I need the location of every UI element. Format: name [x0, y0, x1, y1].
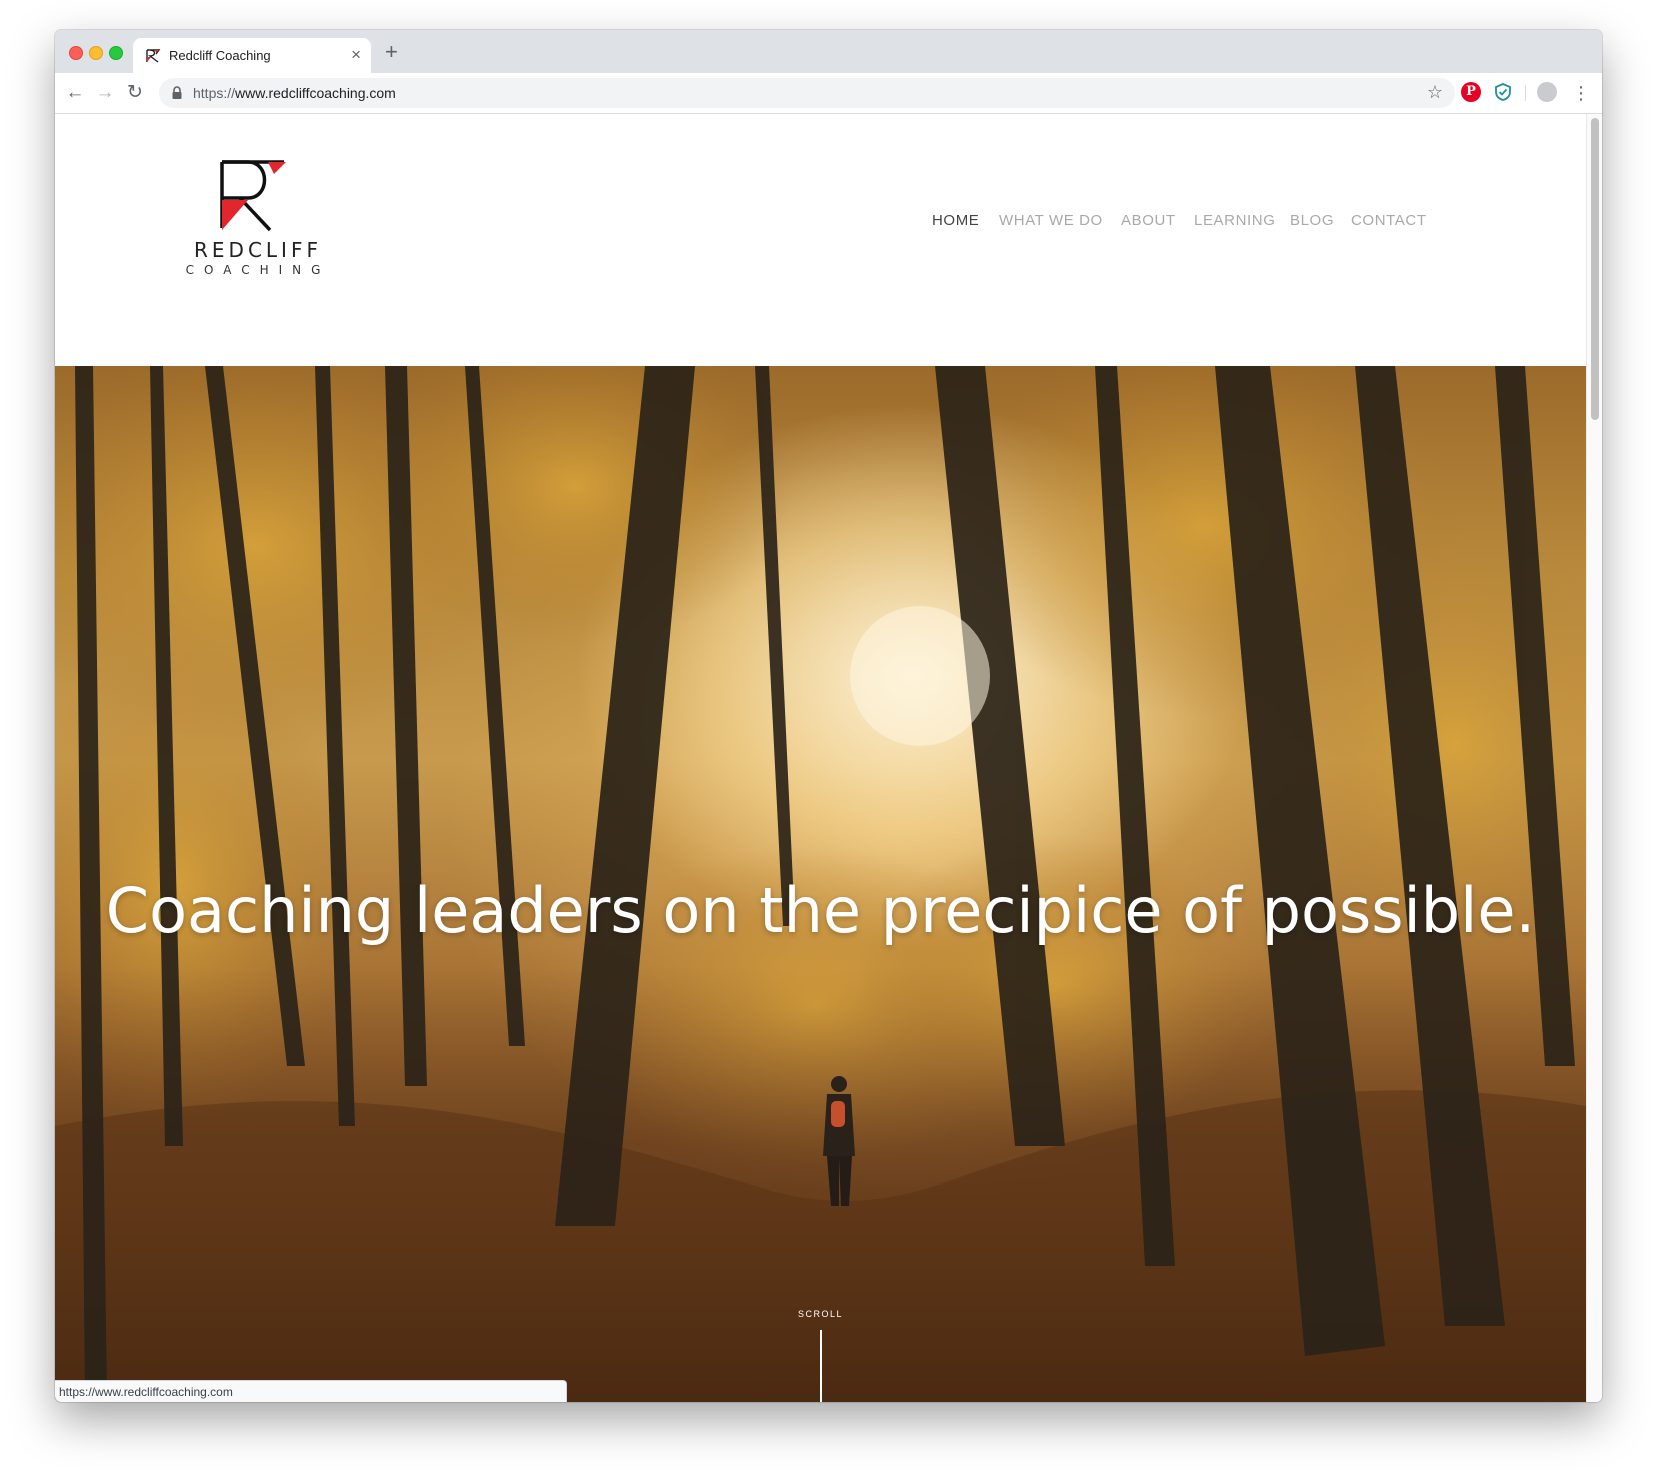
tab-title: Redcliff Coaching — [169, 48, 271, 63]
tab-redcliff-coaching[interactable]: Redcliff Coaching × — [133, 38, 371, 73]
profile-avatar-icon[interactable] — [1537, 82, 1557, 102]
page-scrollbar[interactable] — [1586, 114, 1602, 1402]
site-header: REDCLIFF COACHING HOME WHAT WE DO ABOUT … — [55, 114, 1586, 366]
close-window-button[interactable] — [69, 46, 83, 60]
nav-item-about[interactable]: ABOUT — [1121, 212, 1176, 229]
browser-toolbar: ← → ↻ https://www.redcliffcoaching.com ☆… — [55, 73, 1602, 114]
browser-window: Redcliff Coaching × + ← → ↻ https://www.… — [55, 30, 1602, 1402]
nav-item-learning[interactable]: LEARNING — [1194, 212, 1276, 229]
address-bar[interactable]: https://www.redcliffcoaching.com ☆ — [159, 78, 1455, 108]
reload-icon[interactable]: ↻ — [123, 81, 147, 105]
forward-arrow-icon[interactable]: → — [93, 81, 117, 105]
scroll-label[interactable]: SCROLL — [55, 1309, 1586, 1319]
scrollbar-thumb[interactable] — [1591, 118, 1599, 420]
logo-wordmark: REDCLIFF — [194, 238, 322, 262]
nav-item-what-we-do[interactable]: WHAT WE DO — [999, 212, 1103, 229]
pinterest-icon[interactable]: P — [1461, 82, 1481, 102]
hero-headline: Coaching leaders on the precipice of pos… — [105, 873, 1536, 947]
back-arrow-icon[interactable]: ← — [63, 81, 87, 105]
minimize-window-button[interactable] — [89, 46, 103, 60]
lock-icon[interactable] — [171, 86, 183, 100]
link-status-bubble: https://www.redcliffcoaching.com — [55, 1380, 567, 1402]
redcliff-logo-mark-icon — [220, 160, 286, 232]
url-scheme: https:// — [193, 85, 236, 101]
url-text[interactable]: https://www.redcliffcoaching.com — [193, 85, 396, 101]
nav-item-contact[interactable]: CONTACT — [1351, 212, 1427, 229]
shield-extension-icon[interactable] — [1493, 82, 1513, 102]
toolbar-separator — [1525, 85, 1526, 101]
star-icon[interactable]: ☆ — [1427, 82, 1443, 103]
maximize-window-button[interactable] — [109, 46, 123, 60]
tab-close-icon[interactable]: × — [351, 45, 361, 65]
favicon-icon — [146, 49, 161, 63]
tab-strip: Redcliff Coaching × + — [55, 30, 1602, 73]
kebab-menu-icon[interactable]: ⋮ — [1571, 81, 1591, 105]
site-logo[interactable]: REDCLIFF COACHING — [183, 158, 333, 288]
hero-section: Coaching leaders on the precipice of pos… — [55, 366, 1586, 1402]
nav-item-home[interactable]: HOME — [932, 212, 979, 229]
nav-item-blog[interactable]: BLOG — [1290, 212, 1334, 229]
page-viewport: REDCLIFF COACHING HOME WHAT WE DO ABOUT … — [55, 114, 1586, 1402]
scroll-indicator-line — [820, 1330, 822, 1402]
logo-subtitle: COACHING — [185, 263, 331, 277]
new-tab-button[interactable]: + — [385, 40, 398, 64]
url-host: www.redcliffcoaching.com — [235, 85, 396, 101]
